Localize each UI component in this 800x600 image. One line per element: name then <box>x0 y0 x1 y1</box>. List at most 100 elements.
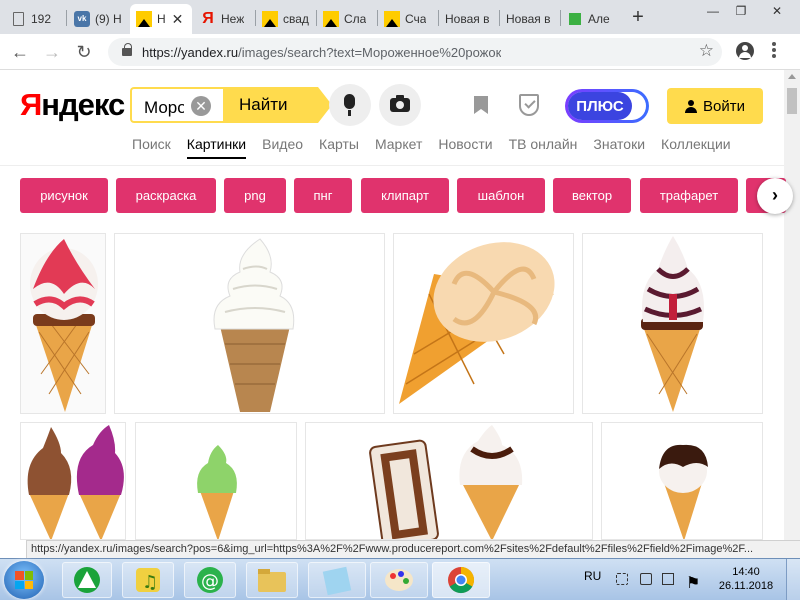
services-nav: Поиск Картинки Видео Карты Маркет Новост… <box>132 136 747 159</box>
taskbar-app-explorer[interactable] <box>246 562 298 598</box>
chip-vector[interactable]: вектор <box>553 178 631 213</box>
restore-button[interactable]: ❐ <box>728 2 754 20</box>
image-packaged-ice-cream-and-cone[interactable] <box>305 422 593 540</box>
ice-cream-illustration <box>27 425 124 539</box>
show-desktop-button[interactable] <box>786 559 800 600</box>
keyboard-icon[interactable] <box>640 573 652 585</box>
service-maps[interactable]: Карты <box>319 136 359 158</box>
logo-rest: ндекс <box>41 87 125 122</box>
taskbar-app-paint[interactable] <box>370 562 428 598</box>
service-images[interactable]: Картинки <box>186 136 247 159</box>
tab-label: Неж <box>221 12 245 26</box>
image-big-waffle-cone[interactable] <box>393 233 574 414</box>
palette-icon <box>385 569 413 591</box>
windows-logo-icon <box>15 571 33 589</box>
plus-button[interactable]: ПЛЮС <box>565 89 649 123</box>
close-tab-icon[interactable]: ✕ <box>172 11 184 28</box>
tab-6[interactable]: Сла <box>317 4 377 34</box>
back-button[interactable]: ← <box>8 40 32 64</box>
url-text[interactable]: https://yandex.ru/images/search?text=Мор… <box>142 45 501 60</box>
tab-label: свад <box>283 12 309 26</box>
taskbar-app-mail[interactable]: @ <box>184 562 236 598</box>
chrome-icon <box>448 566 475 594</box>
image-chocolate-dipped-cone[interactable] <box>601 422 763 540</box>
plus-label: ПЛЮС <box>568 92 632 120</box>
clear-search-icon[interactable]: ✕ <box>191 96 211 116</box>
tab-4[interactable]: Я Неж <box>194 4 254 34</box>
lock-icon <box>122 43 132 56</box>
tab-1[interactable]: 192 <box>4 4 64 34</box>
account-icon[interactable] <box>736 42 754 60</box>
clock-date: 26.11.2018 <box>718 580 774 592</box>
browser-toolbar: ← → ↻ https://yandex.ru/images/search?te… <box>0 34 800 70</box>
chip-drawing[interactable]: рисунок <box>20 178 108 213</box>
chip-coloring[interactable]: раскраска <box>116 178 216 213</box>
scroll-up-icon[interactable] <box>788 74 796 79</box>
tab-10[interactable]: Але <box>561 4 621 34</box>
page-scrollbar[interactable] <box>784 70 800 556</box>
tab-9[interactable]: Новая в <box>500 4 560 34</box>
new-tab-button[interactable]: + <box>626 6 650 30</box>
green-square-icon <box>569 13 581 25</box>
yandex-logo[interactable]: Яндекс <box>20 87 125 123</box>
reload-button[interactable]: ↻ <box>72 40 96 64</box>
tab-label: Але <box>588 12 610 26</box>
close-window-button[interactable]: ✕ <box>760 2 794 20</box>
network-icon[interactable] <box>662 573 674 585</box>
notepad-icon <box>322 566 352 596</box>
taskbar-app-music[interactable]: ♫ <box>122 562 174 598</box>
tab-7[interactable]: Сча <box>378 4 438 34</box>
image-strawberry-cone[interactable] <box>20 233 106 414</box>
service-znatoki[interactable]: Знатоки <box>593 136 645 158</box>
ice-cream-illustration <box>641 236 704 412</box>
taskbar-app-chrome[interactable] <box>432 562 490 598</box>
address-bar[interactable]: https://yandex.ru/images/search?text=Мор… <box>108 38 722 66</box>
search-input[interactable] <box>144 98 184 118</box>
login-button[interactable]: Войти <box>667 88 763 124</box>
tray-expand-icon[interactable] <box>616 573 628 585</box>
image-mint-cone[interactable] <box>135 422 297 540</box>
tab-divider <box>66 10 67 26</box>
tab-8[interactable]: Новая в <box>439 4 499 34</box>
service-collections[interactable]: Коллекции <box>661 136 731 158</box>
flag-icon[interactable]: ⚑ <box>686 573 700 592</box>
collections-bookmark-icon[interactable] <box>474 96 488 114</box>
tab-5[interactable]: свад <box>256 4 316 34</box>
tab-3-active[interactable]: Н ✕ <box>130 4 192 34</box>
tab-label: Сла <box>344 12 367 26</box>
service-market[interactable]: Маркет <box>375 136 422 158</box>
search-button[interactable]: Найти <box>223 87 332 123</box>
ice-cream-illustration <box>659 444 708 539</box>
chip-stencil[interactable]: трафарет <box>640 178 738 213</box>
at-sign-icon: @ <box>197 567 223 593</box>
taskbar-app-notepad[interactable] <box>308 562 366 598</box>
image-soft-serve-cone[interactable] <box>114 233 385 414</box>
camera-icon <box>390 95 410 112</box>
image-chocolate-berry-cones[interactable] <box>20 422 126 540</box>
forward-button[interactable]: → <box>40 40 64 64</box>
minimize-button[interactable]: — <box>700 2 726 20</box>
service-search[interactable]: Поиск <box>132 136 171 158</box>
clock[interactable]: 14:40 26.11.2018 <box>716 565 776 593</box>
image-chocolate-drizzle-cone[interactable] <box>582 233 763 414</box>
chips-next-button[interactable]: › <box>757 178 793 214</box>
start-button[interactable] <box>4 561 44 599</box>
language-indicator[interactable]: RU <box>584 569 601 583</box>
chip-png[interactable]: png <box>224 178 286 213</box>
shield-icon[interactable] <box>519 94 539 116</box>
service-video[interactable]: Видео <box>262 136 303 158</box>
tab-2[interactable]: vk (9) Н <box>68 4 130 34</box>
chip-template[interactable]: шаблон <box>457 178 545 213</box>
chip-png-ru[interactable]: пнг <box>294 178 352 213</box>
taskbar-app-aimp[interactable] <box>62 562 112 598</box>
chip-clipart[interactable]: клипарт <box>361 178 449 213</box>
browser-menu-icon[interactable] <box>770 40 778 62</box>
svg-text:♫: ♫ <box>142 572 158 593</box>
music-note-icon: ♫ <box>136 568 160 593</box>
service-tv[interactable]: ТВ онлайн <box>509 136 578 158</box>
image-search-button[interactable] <box>379 84 421 126</box>
voice-search-button[interactable] <box>329 84 371 126</box>
bookmark-star-icon[interactable]: ☆ <box>699 41 714 61</box>
service-news[interactable]: Новости <box>438 136 492 158</box>
scrollbar-thumb[interactable] <box>787 88 797 114</box>
